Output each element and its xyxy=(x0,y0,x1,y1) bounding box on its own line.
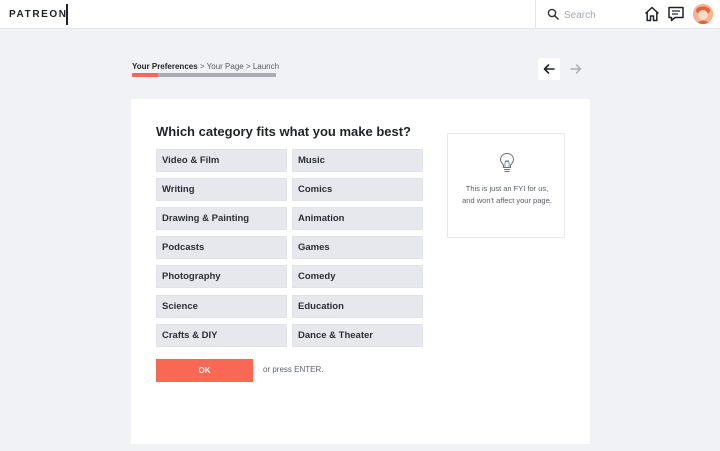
question-heading: Which category fits what you make best? xyxy=(156,124,411,139)
category-option[interactable]: Crafts & DIY xyxy=(156,324,287,347)
category-card: Which category fits what you make best? … xyxy=(131,99,590,444)
category-option[interactable]: Science xyxy=(156,295,287,318)
search-input[interactable] xyxy=(564,7,632,23)
category-option[interactable]: Animation xyxy=(292,207,423,230)
enter-hint: or press ENTER. xyxy=(263,365,324,374)
top-navbar: PATREON xyxy=(0,0,720,29)
category-option[interactable]: Podcasts xyxy=(156,236,287,259)
category-option[interactable]: Games xyxy=(292,236,423,259)
category-option[interactable]: Education xyxy=(292,295,423,318)
search-icon xyxy=(547,8,559,20)
avatar-image xyxy=(693,4,713,24)
progress-bar-fill xyxy=(132,73,158,77)
search-box[interactable] xyxy=(535,0,635,29)
fyi-text: This is just an FYI for us, and won't af… xyxy=(462,184,552,205)
arrow-left-icon xyxy=(543,64,555,74)
category-option[interactable]: Drawing & Painting xyxy=(156,207,287,230)
home-icon[interactable] xyxy=(643,5,661,23)
category-option[interactable]: Dance & Theater xyxy=(292,324,423,347)
breadcrumb-current-step: Your Preferences xyxy=(132,62,198,71)
message-icon[interactable] xyxy=(667,5,685,23)
ok-button[interactable]: OK xyxy=(156,359,253,382)
breadcrumb: Your Preferences > Your Page > Launch xyxy=(132,62,279,71)
category-option[interactable]: Writing xyxy=(156,178,287,201)
avatar[interactable] xyxy=(693,4,713,24)
back-button[interactable] xyxy=(538,58,560,80)
patreon-logo[interactable]: PATREON xyxy=(9,9,68,20)
category-option[interactable]: Comedy xyxy=(292,265,423,288)
progress-bar xyxy=(132,73,276,77)
forward-button[interactable] xyxy=(565,58,587,80)
category-option[interactable]: Video & Film xyxy=(156,149,287,172)
lightbulb-icon xyxy=(499,152,515,172)
logo-divider xyxy=(66,4,68,25)
arrow-right-icon xyxy=(570,64,582,74)
category-option[interactable]: Photography xyxy=(156,265,287,288)
category-option[interactable]: Music xyxy=(292,149,423,172)
category-option[interactable]: Comics xyxy=(292,178,423,201)
fyi-panel: This is just an FYI for us, and won't af… xyxy=(447,133,565,238)
breadcrumb-remaining-steps: > Your Page > Launch xyxy=(197,62,280,71)
